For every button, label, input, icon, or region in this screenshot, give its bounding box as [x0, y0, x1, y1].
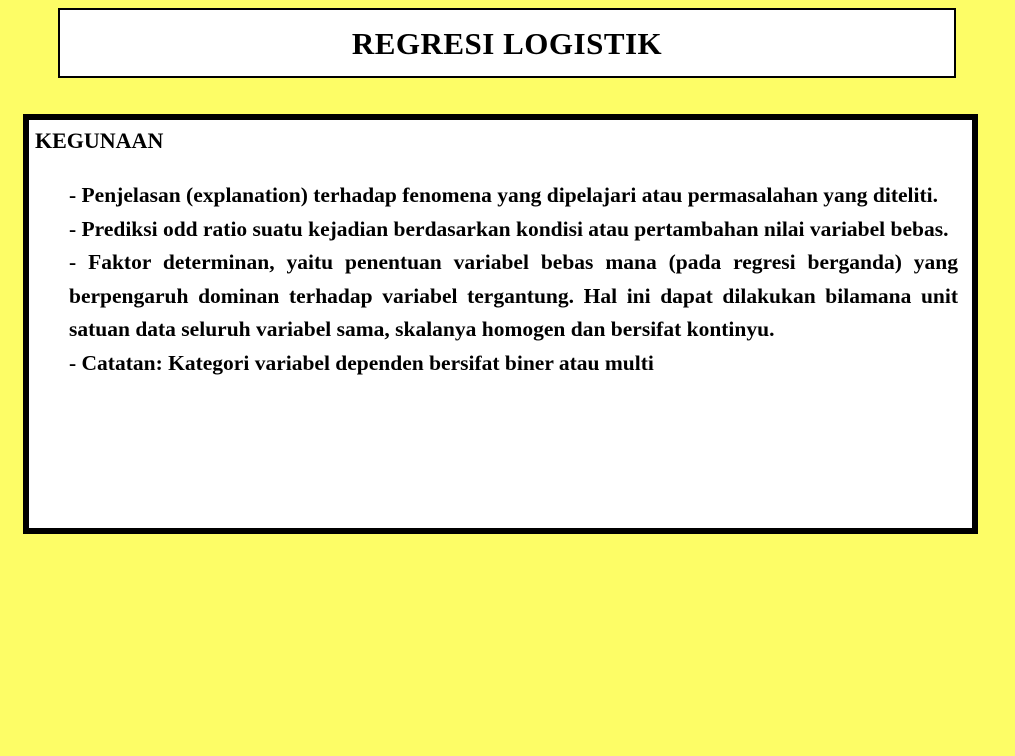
title-box: REGRESI LOGISTIK	[58, 8, 956, 78]
bullet-prediksi: - Prediksi odd ratio suatu kejadian berd…	[69, 216, 949, 241]
section-heading-kegunaan: KEGUNAAN	[35, 128, 164, 153]
body-text-block: - Penjelasan (explanation) terhadap feno…	[69, 179, 958, 380]
page-title: REGRESI LOGISTIK	[351, 25, 663, 61]
bullet-faktor-determinan: - Faktor determinan, yaitu penentuan var…	[69, 250, 958, 342]
slide: REGRESI LOGISTIK KEGUNAAN - Penjelasan (…	[0, 0, 1015, 756]
bullet-penjelasan: - Penjelasan (explanation) terhadap feno…	[69, 183, 938, 208]
content-box: KEGUNAAN - Penjelasan (explanation) terh…	[23, 114, 978, 534]
bullet-catatan: - Catatan: Kategori variabel dependen be…	[69, 350, 654, 375]
